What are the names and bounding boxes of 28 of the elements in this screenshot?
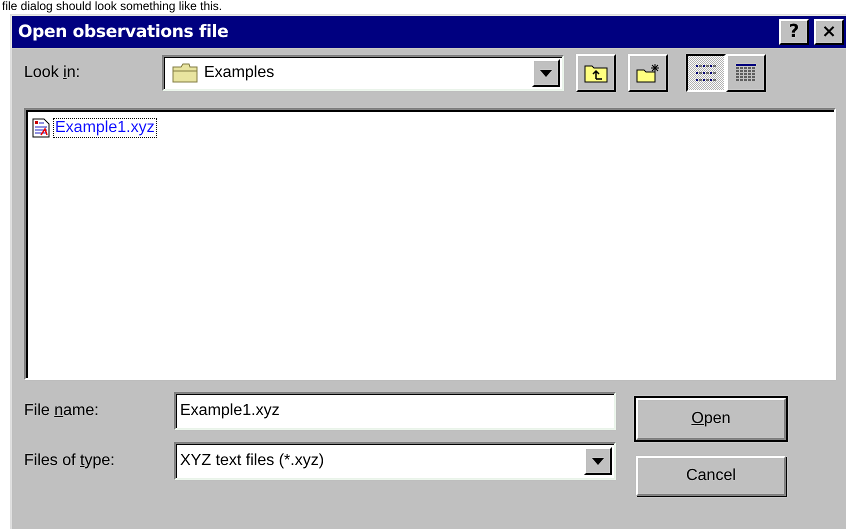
file-type-dropdown[interactable]: XYZ text files (*.xyz) bbox=[174, 442, 616, 480]
file-name-field[interactable]: Example1.xyz bbox=[174, 392, 616, 430]
new-folder-icon bbox=[636, 63, 660, 83]
folder-up-icon bbox=[584, 63, 608, 83]
look-in-label: Look in: bbox=[24, 64, 82, 82]
help-button[interactable]: ? bbox=[779, 19, 809, 45]
window-title: Open observations file bbox=[18, 22, 228, 42]
dropdown-arrow-icon bbox=[540, 70, 552, 76]
file-type-label: Files of type: bbox=[24, 452, 116, 470]
details-view-icon bbox=[735, 63, 757, 83]
cancel-button[interactable]: Cancel bbox=[636, 456, 786, 496]
caption-text: file dialog should look something like this. bbox=[1, 0, 224, 13]
close-button[interactable]: × bbox=[814, 19, 844, 45]
up-folder-button[interactable] bbox=[576, 54, 616, 92]
details-view-button[interactable] bbox=[726, 54, 766, 92]
folder-name: Examples bbox=[203, 64, 276, 82]
list-view-icon bbox=[695, 63, 717, 83]
look-in-dropdown[interactable]: Examples bbox=[162, 55, 564, 91]
open-button[interactable]: Open bbox=[636, 398, 786, 440]
dropdown-button[interactable] bbox=[584, 447, 612, 475]
list-view-button[interactable] bbox=[686, 54, 726, 92]
folder-icon bbox=[172, 63, 198, 83]
dropdown-arrow-icon bbox=[592, 458, 604, 464]
new-folder-button[interactable] bbox=[628, 54, 668, 92]
document-icon bbox=[32, 118, 50, 138]
file-name-label: File name: bbox=[24, 402, 100, 420]
dropdown-button[interactable] bbox=[532, 59, 560, 87]
file-item[interactable]: Example1.xyz bbox=[54, 119, 156, 137]
